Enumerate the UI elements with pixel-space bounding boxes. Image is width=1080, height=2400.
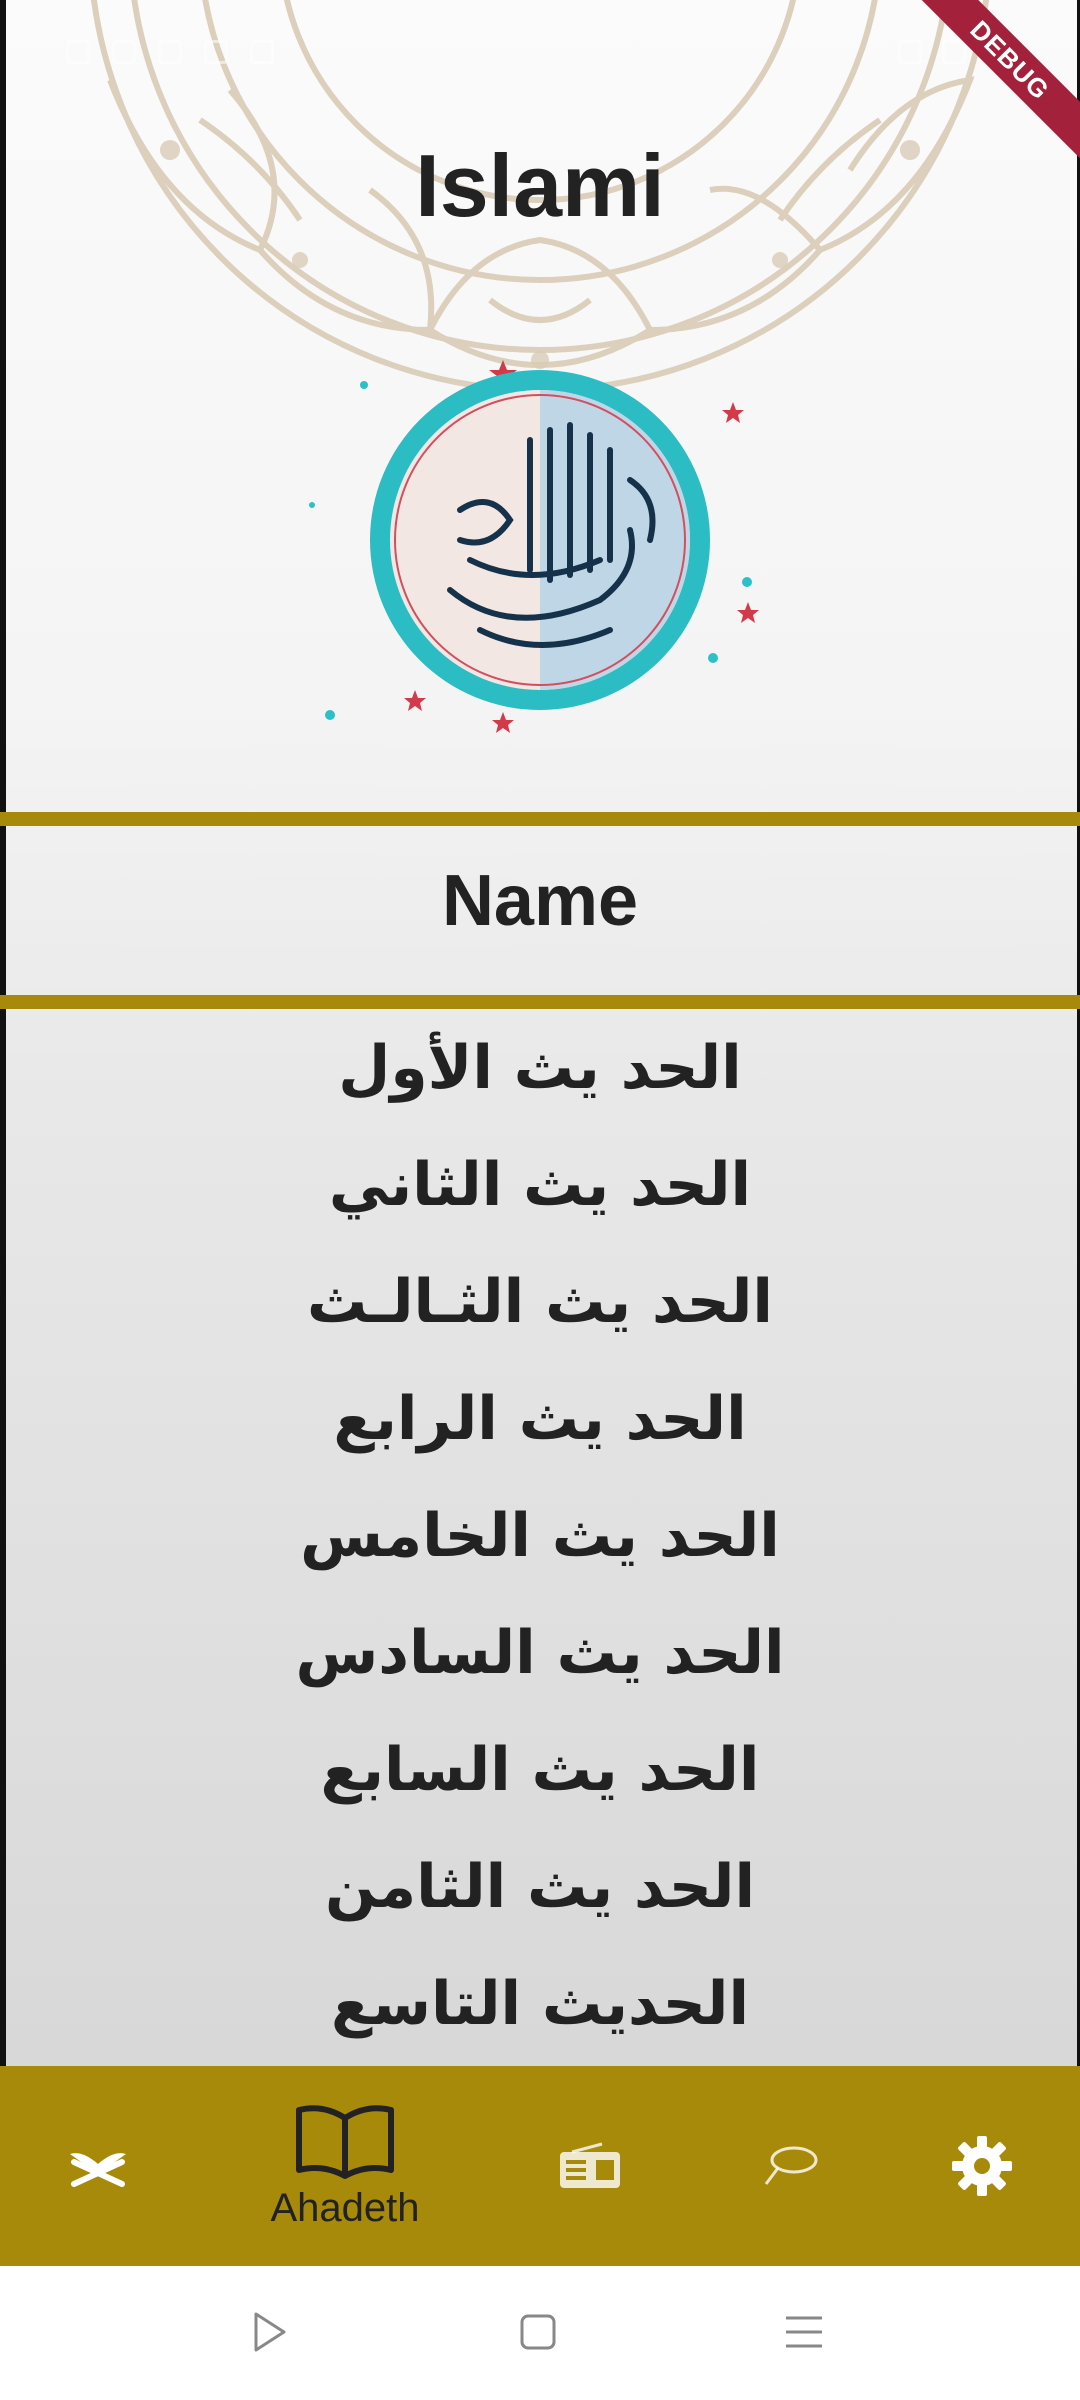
sim-icon xyxy=(112,40,136,64)
notification-icon xyxy=(66,40,90,64)
debug-label: DEBUG xyxy=(910,0,1080,167)
hadith-list: الحد يث الأول الحد يث الثاني الحد يث الث… xyxy=(0,1010,1080,2063)
signal-icon xyxy=(158,40,182,64)
wifi-icon xyxy=(204,40,228,64)
app-screen: Islami DEBUG Name الحد يث الأول الحد يث … xyxy=(0,0,1080,2266)
menu-lines-icon[interactable] xyxy=(784,2310,824,2354)
nav-tab-sebha[interactable] xyxy=(740,2066,840,2266)
list-item[interactable]: الحديث التاسع xyxy=(0,1946,1080,2063)
list-item[interactable]: الحد يث السابع xyxy=(0,1712,1080,1829)
nav-tab-settings[interactable] xyxy=(932,2066,1032,2266)
quran-icon xyxy=(70,2153,126,2187)
home-square-icon[interactable] xyxy=(518,2310,558,2354)
basmala-logo xyxy=(309,360,759,733)
nav-tab-quran[interactable] xyxy=(48,2066,148,2266)
nav-tab-ahadeth-label: Ahadeth xyxy=(270,2185,420,2230)
list-item[interactable]: الحد يث الثاني xyxy=(0,1127,1080,1244)
list-item[interactable]: الحد يث الرابع xyxy=(0,1361,1080,1478)
table-divider-top xyxy=(0,812,1080,826)
list-item[interactable]: الحد يث السادس xyxy=(0,1595,1080,1712)
debug-banner: DEBUG xyxy=(910,0,1080,170)
book-icon xyxy=(296,2104,394,2179)
bluetooth-icon xyxy=(250,40,274,64)
table-header: Name xyxy=(441,861,639,941)
list-item[interactable]: الحد يث الخامس xyxy=(0,1478,1080,1595)
list-item[interactable]: الحد يث الثامن xyxy=(0,1829,1080,1946)
nav-tab-radio[interactable] xyxy=(540,2066,640,2266)
sebha-icon xyxy=(764,2146,818,2185)
system-navigation-bar xyxy=(0,2266,1080,2400)
list-item[interactable]: الحد يث الأول xyxy=(0,1010,1080,1127)
radio-icon xyxy=(560,2142,620,2188)
bottom-navigation: Ahadeth xyxy=(0,2066,1080,2266)
back-triangle-icon[interactable] xyxy=(250,2310,290,2354)
gear-icon xyxy=(952,2136,1012,2196)
list-item[interactable]: الحد يث الثـالـث xyxy=(0,1244,1080,1361)
table-divider-bottom xyxy=(0,995,1080,1009)
nav-tab-ahadeth[interactable]: Ahadeth xyxy=(240,2066,450,2266)
